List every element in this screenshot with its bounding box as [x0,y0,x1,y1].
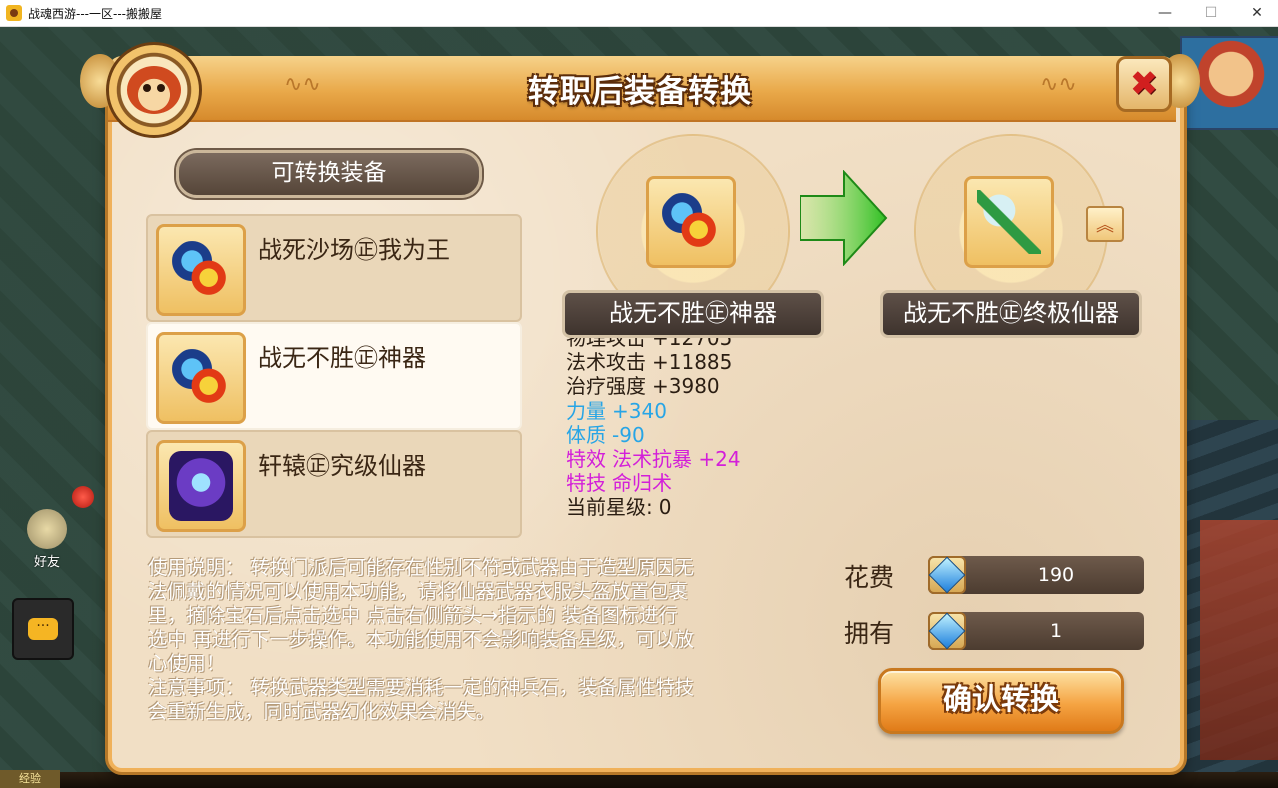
friend-icon [27,509,67,549]
confirm-convert-button[interactable]: 确认转换 [878,668,1124,734]
stat-value: 命归术 [612,471,672,496]
instruction-line: 心使用！ [148,652,226,675]
armor-icon [169,451,233,521]
stat-value: +11885 [652,350,733,375]
chat-button[interactable]: ··· [12,598,74,660]
owned-label: 拥有 [844,619,895,648]
divine-stone-icon [928,556,966,594]
app-icon [6,5,22,21]
instruction-line: 法佩戴的情况可以使用本功能，请将仙器武器衣服头盔放置包裹 [148,580,688,603]
dialog-close-button[interactable]: ✖ [1116,56,1172,112]
stat-value: 法术抗暴 +24 [612,446,741,471]
stat-line: 治疗强度 +3980 [566,374,741,398]
window-titlebar: 战魂西游---一区---搬搬屋 — ☐ ✕ [0,0,1278,27]
source-equipment-slot[interactable] [646,176,736,268]
stat-value: +12705 [652,338,733,350]
chevron-up-button[interactable]: ︽ [1086,206,1124,242]
cost-row: 花费 190 [844,556,1144,594]
gem-slot [928,612,966,650]
claw-weapon-icon [169,238,233,302]
equipment-slot [156,224,246,316]
equipment-item[interactable]: 轩辕㊣究级仙器 [146,430,522,538]
divine-stone-icon [928,612,966,650]
instruction-line: 注意事项： 转换武器类型需要消耗一定的神兵石，装备属性特技 [148,676,695,699]
monkey-avatar [106,42,202,138]
convert-arrow-icon[interactable] [800,170,888,266]
equipment-name: 轩辕㊣究级仙器 [258,452,426,480]
stat-line: 物理攻击 +12705 [566,338,741,350]
stat-line: 力量 +340 [566,399,741,423]
gem-slot [928,556,966,594]
equipment-item[interactable]: 战死沙场㊣我为王 [146,214,522,322]
stat-value: 0 [658,495,672,520]
dialog-title: 转职后装备转换 [528,74,752,110]
owned-value: 1 [1049,620,1063,642]
swirl-ornament-icon: ∿∿ [1040,72,1077,97]
tower-decoration [1200,520,1278,760]
minimize-button[interactable]: — [1142,0,1188,26]
monkey-face-icon [127,66,181,114]
equipment-name: 战无不胜㊣神器 [258,344,426,372]
exp-label: 经验 [0,770,60,788]
chat-icon: ··· [28,618,58,640]
stat-key: 体质 [566,422,606,447]
swirl-ornament-icon: ∿∿ [284,72,321,97]
friend-button[interactable]: 好友 [18,500,76,570]
stat-value: -90 [612,422,645,447]
equipment-slot [156,440,246,532]
equipment-slot [156,332,246,424]
claw-weapon-icon [659,190,723,254]
stat-line: 法术攻击 +11885 [566,350,741,374]
exp-bar [60,772,1278,788]
equipment-item-selected[interactable]: 战无不胜㊣神器 [146,322,522,430]
stat-key: 力量 [566,398,606,423]
window-close-button[interactable]: ✕ [1234,0,1278,26]
stat-line: 体质 -90 [566,423,741,447]
stat-line: 特技 命归术 [566,471,741,495]
friend-label: 好友 [33,555,60,570]
stat-key: 法术攻击 [566,350,646,375]
cost-label: 花费 [844,563,895,592]
cost-value: 190 [1037,564,1075,586]
equipment-stats-list[interactable]: 物理攻击 +12705 法术攻击 +11885 治疗强度 +3980 力量 +340 体… [566,338,866,534]
stat-key: 特效 [566,446,606,471]
stat-line: 特效 法术抗暴 +24 [566,447,741,471]
instruction-line: 里，摘除宝石后点击选中 点击右侧箭头→指示的 装备图标进行 [148,604,678,627]
blade-weapon-icon [977,190,1041,254]
chevron-up-icon: ︽ [1096,215,1114,236]
stat-value: +340 [612,398,667,423]
claw-weapon-icon [169,346,233,410]
stat-value: +3980 [652,374,720,399]
stat-key: 物理攻击 [566,338,646,350]
usage-instructions: 使用说明： 转换门派后可能存在性别不符或武器由于造型原因无 法佩戴的情况可以使用… [148,556,818,724]
window-title: 战魂西游---一区---搬搬屋 [28,6,162,21]
stats-scroll-content: 物理攻击 +12705 法术攻击 +11885 治疗强度 +3980 力量 +340 体… [566,338,741,520]
owned-row: 拥有 1 [844,612,1144,650]
target-equipment-slot[interactable] [964,176,1054,268]
stat-line: 当前星级: 0 [566,495,741,519]
stat-key: 当前星级: [566,495,653,520]
instruction-line: 选中 再进行下一步操作。本功能使用不会影响装备星级，可以放 [148,628,695,651]
instruction-line: 会重新生成，同时武器幻化效果会消失。 [148,700,496,723]
maximize-button[interactable]: ☐ [1188,0,1234,26]
target-equipment-name: 战无不胜㊣终极仙器 [880,290,1142,338]
equipment-name: 战死沙场㊣我为王 [258,236,450,264]
stat-key: 特技 [566,471,606,496]
convertible-equipment-header: 可转换装备 [176,150,482,198]
source-equipment-name: 战无不胜㊣神器 [562,290,824,338]
stat-key: 治疗强度 [566,374,646,399]
instruction-line: 使用说明： 转换门派后可能存在性别不符或武器由于造型原因无 [148,556,695,579]
close-icon: ✖ [1129,64,1159,104]
